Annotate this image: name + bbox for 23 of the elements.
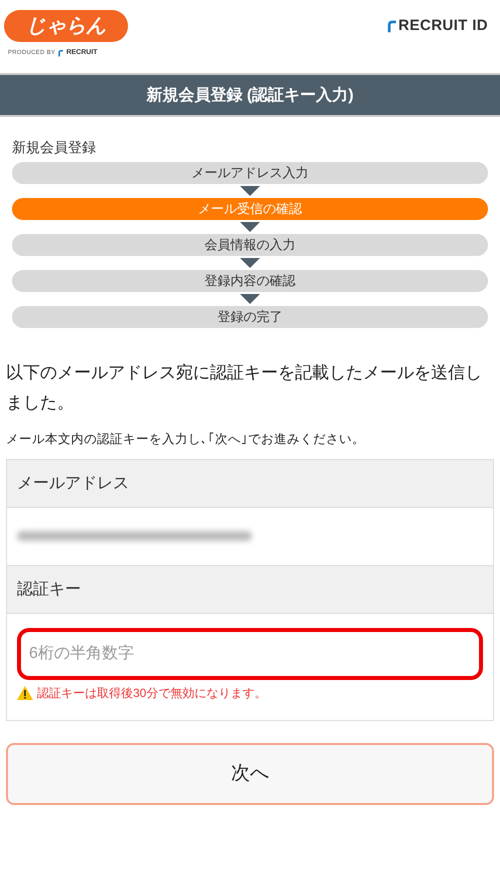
warning-icon xyxy=(17,686,33,700)
step-item: メールアドレス入力 xyxy=(12,162,488,184)
key-input-field[interactable]: 6桁の半角数字 xyxy=(17,628,483,680)
steps-title: 新規会員登録 xyxy=(12,138,97,157)
down-arrow-icon xyxy=(240,222,260,232)
down-arrow-icon xyxy=(240,294,260,304)
recruit-mark-icon xyxy=(58,49,64,58)
next-button[interactable]: 次へ xyxy=(6,742,494,805)
message-text: 以下のメールアドレス宛に認証キーを記載したメールを送信しました。 xyxy=(6,362,483,414)
down-arrow-icon xyxy=(240,186,260,196)
step-item: 登録の完了 xyxy=(12,306,488,328)
recruit-mark-icon xyxy=(387,19,396,33)
step-item: 登録内容の確認 xyxy=(12,270,488,292)
step-item: メール受信の確認 xyxy=(12,198,488,220)
email-label: メールアドレス xyxy=(7,460,493,508)
page-title: 新規会員登録 (認証キー入力) xyxy=(0,75,500,117)
warning-text: 認証キーは取得後30分で無効になります。 xyxy=(37,684,266,702)
recruit-id-text: RECRUIT ID xyxy=(398,16,488,36)
down-arrow-icon xyxy=(240,258,260,268)
instruction-text: メール本文内の認証キーを入力し､｢次へ｣でお進みください。 xyxy=(6,431,366,448)
key-label: 認証キー xyxy=(7,566,493,614)
logo: じゃらん xyxy=(4,10,128,42)
step-item: 会員情報の入力 xyxy=(12,234,488,256)
